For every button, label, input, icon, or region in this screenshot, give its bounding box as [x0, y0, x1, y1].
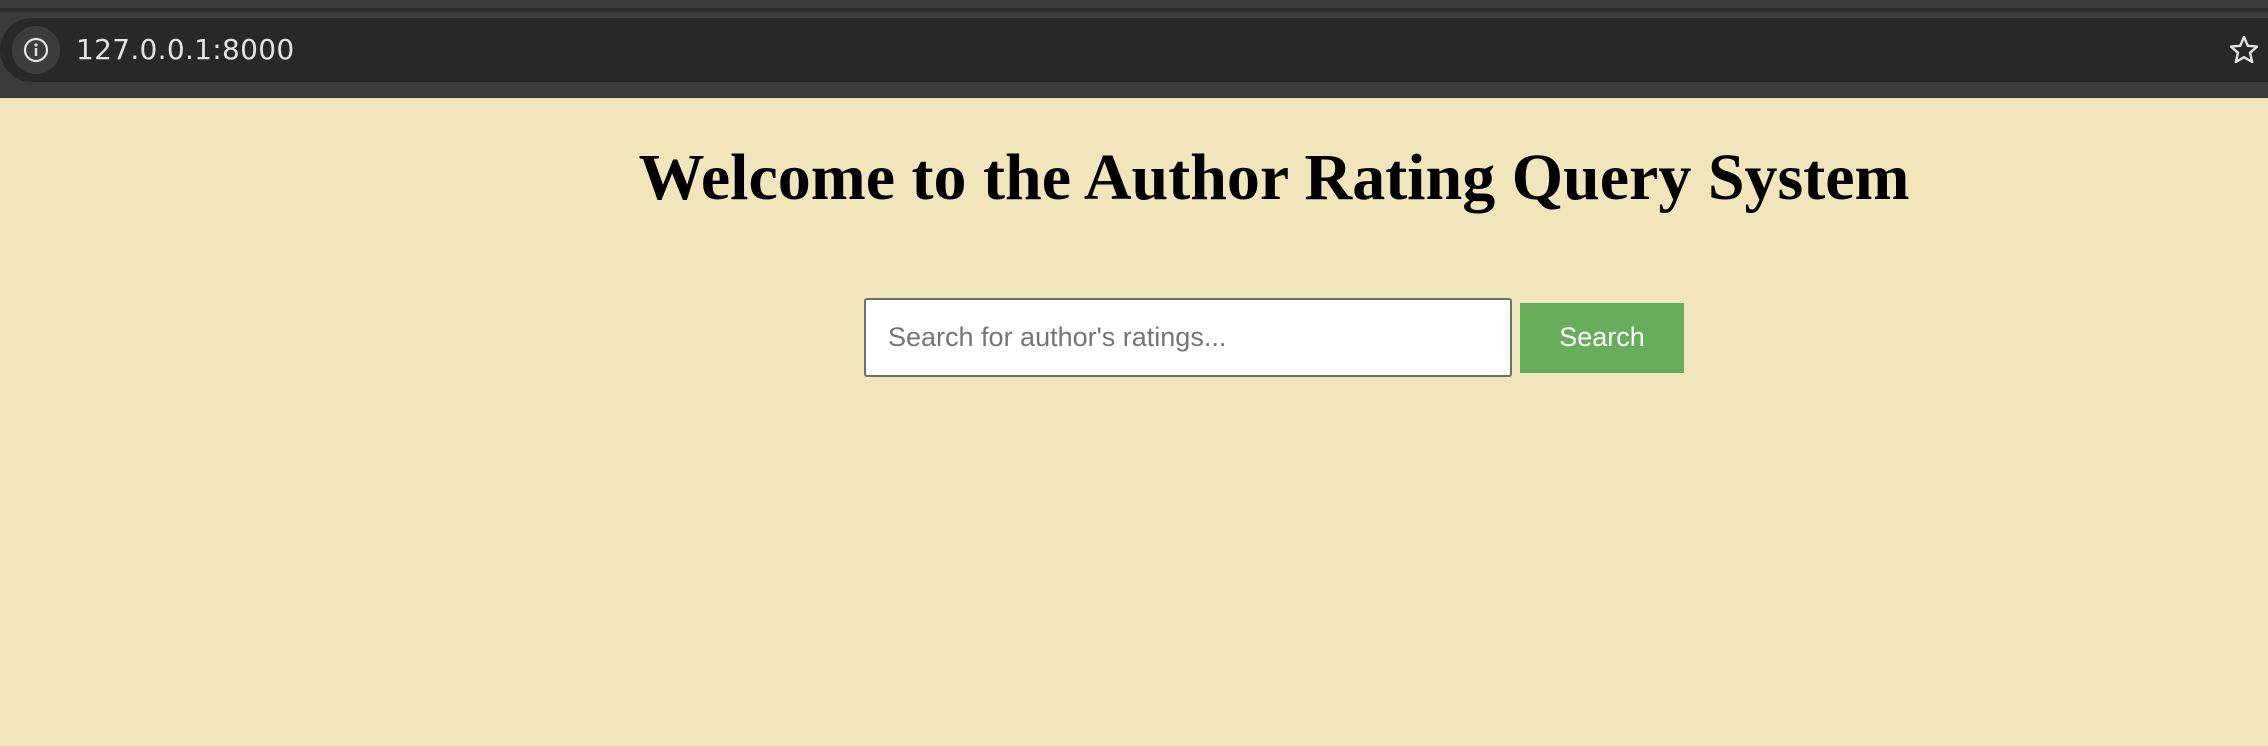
- tab-strip-edge: [0, 8, 2268, 12]
- search-button[interactable]: Search: [1520, 302, 1684, 373]
- page-title: Welcome to the Author Rating Query Syste…: [638, 141, 1910, 214]
- bookmark-button[interactable]: [2226, 32, 2262, 68]
- url-text[interactable]: 127.0.0.1:8000: [76, 18, 294, 82]
- site-info-button[interactable]: [12, 26, 60, 74]
- info-circle-icon: [23, 37, 49, 63]
- address-bar[interactable]: 127.0.0.1:8000: [0, 18, 2268, 82]
- search-input[interactable]: [864, 298, 1512, 377]
- browser-chrome: 127.0.0.1:8000: [0, 0, 2268, 98]
- star-outline-icon: [2229, 35, 2259, 64]
- search-form: Search: [864, 298, 1684, 377]
